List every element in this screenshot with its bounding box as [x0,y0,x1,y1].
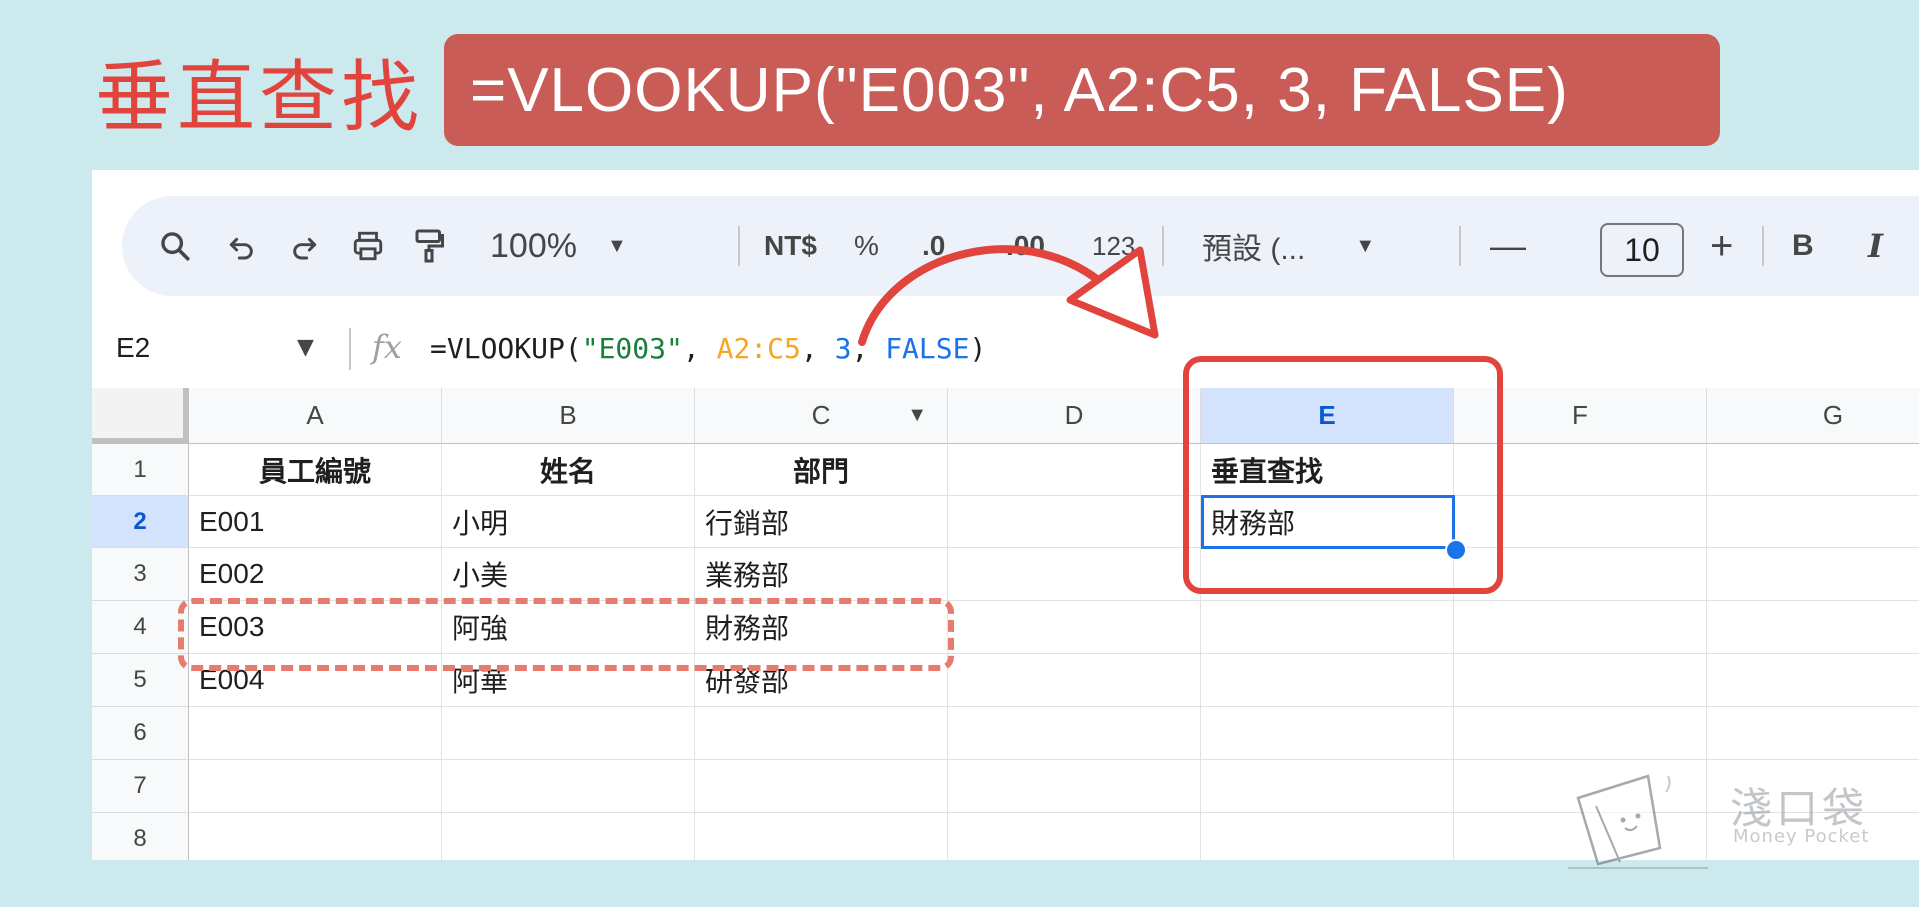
column-header-c[interactable]: C ▼ [695,388,948,444]
filter-chevron-icon[interactable]: ▼ [907,404,927,427]
cell-b2[interactable]: 小明 [442,496,695,548]
cell-a6[interactable] [189,707,442,760]
redo-icon[interactable] [288,196,320,296]
highlight-matched-row [178,598,954,671]
cell-a2[interactable]: E001 [189,496,442,548]
cell-c8[interactable] [695,813,948,860]
cell-e7[interactable] [1201,760,1454,813]
currency-format-button[interactable]: NT$ [764,196,817,296]
italic-button[interactable]: I [1868,196,1883,296]
cell-a3[interactable]: E002 [189,548,442,601]
font-select[interactable]: 預設 (... ▼ [1202,196,1375,296]
cell-e5[interactable] [1201,654,1454,707]
cell-b1[interactable]: 姓名 [442,444,695,496]
cell-c1[interactable]: 部門 [695,444,948,496]
select-all-corner[interactable] [92,388,189,444]
cell-g5[interactable] [1707,654,1919,707]
zoom-value: 100% [490,226,577,265]
chevron-down-icon: ▼ [606,234,627,257]
cell-b3[interactable]: 小美 [442,548,695,601]
font-size-input[interactable]: 10 [1600,223,1684,277]
cell-b6[interactable] [442,707,695,760]
cell-c2[interactable]: 行銷部 [695,496,948,548]
chevron-down-icon: ▼ [1355,234,1376,257]
toolbar-divider [1762,226,1764,266]
row-header-6[interactable]: 6 [92,707,189,760]
formula-token: , [800,332,835,365]
increase-font-size-button[interactable]: + [1710,196,1733,296]
decrease-font-size-button[interactable]: — [1490,196,1526,296]
column-header-a[interactable]: A [189,388,442,444]
font-value: 預設 (... [1202,233,1306,266]
cell-e6[interactable] [1201,707,1454,760]
toolbar-divider [1459,226,1461,266]
row-header-2[interactable]: 2 [92,496,189,548]
cell-d3[interactable] [948,548,1201,601]
cell-g1[interactable] [1707,444,1919,496]
formula-banner: =VLOOKUP("E003", A2:C5, 3, FALSE) [444,34,1720,146]
cell-b7[interactable] [442,760,695,813]
column-label: C [811,400,831,430]
bold-button[interactable]: B [1792,196,1814,296]
cell-c7[interactable] [695,760,948,813]
zoom-select[interactable]: 100% ▼ [490,196,627,296]
highlight-result-box [1183,356,1503,594]
cell-d1[interactable] [948,444,1201,496]
column-header-g[interactable]: G [1707,388,1919,444]
toolbar-divider [738,226,740,266]
fx-icon: fx [372,328,402,366]
formula-token: =VLOOKUP( [430,332,582,365]
row-header-5[interactable]: 5 [92,654,189,707]
formula-bar-divider [349,328,351,370]
cell-a8[interactable] [189,813,442,860]
name-box[interactable]: E2 [116,332,150,364]
page-title: 垂直查找 [95,53,424,143]
row-header-3[interactable]: 3 [92,548,189,601]
column-header-d[interactable]: D [948,388,1201,444]
cell-e4[interactable] [1201,601,1454,654]
cell-d6[interactable] [948,707,1201,760]
formula-token-range: A2:C5 [716,332,801,365]
search-icon[interactable] [158,196,192,296]
row-header-1[interactable]: 1 [92,444,189,496]
curved-arrow-icon [858,245,1159,346]
row-header-7[interactable]: 7 [92,760,189,813]
cell-c6[interactable] [695,707,948,760]
formula-token-string: "E003" [581,332,683,365]
cell-a7[interactable] [189,760,442,813]
formula-token: , [682,332,717,365]
cell-g4[interactable] [1707,601,1919,654]
cell-f6[interactable] [1454,707,1707,760]
cell-d4[interactable] [948,601,1201,654]
cell-g3[interactable] [1707,548,1919,601]
watermark-logo-icon [1568,774,1708,869]
row-header-4[interactable]: 4 [92,601,189,654]
column-header-b[interactable]: B [442,388,695,444]
cell-e8[interactable] [1201,813,1454,860]
cell-d8[interactable] [948,813,1201,860]
print-icon[interactable] [350,196,386,296]
cell-d2[interactable] [948,496,1201,548]
cell-a1[interactable]: 員工編號 [189,444,442,496]
cell-f5[interactable] [1454,654,1707,707]
cell-g6[interactable] [1707,707,1919,760]
watermark-subtitle: Money Pocket [1733,826,1870,847]
cell-g2[interactable] [1707,496,1919,548]
cell-d5[interactable] [948,654,1201,707]
chevron-down-icon[interactable]: ▼ [297,335,314,360]
cell-c3[interactable]: 業務部 [695,548,948,601]
row-header-8[interactable]: 8 [92,813,189,860]
cell-d7[interactable] [948,760,1201,813]
paint-format-icon[interactable] [414,196,444,296]
cell-f4[interactable] [1454,601,1707,654]
cell-b8[interactable] [442,813,695,860]
undo-icon[interactable] [226,196,258,296]
